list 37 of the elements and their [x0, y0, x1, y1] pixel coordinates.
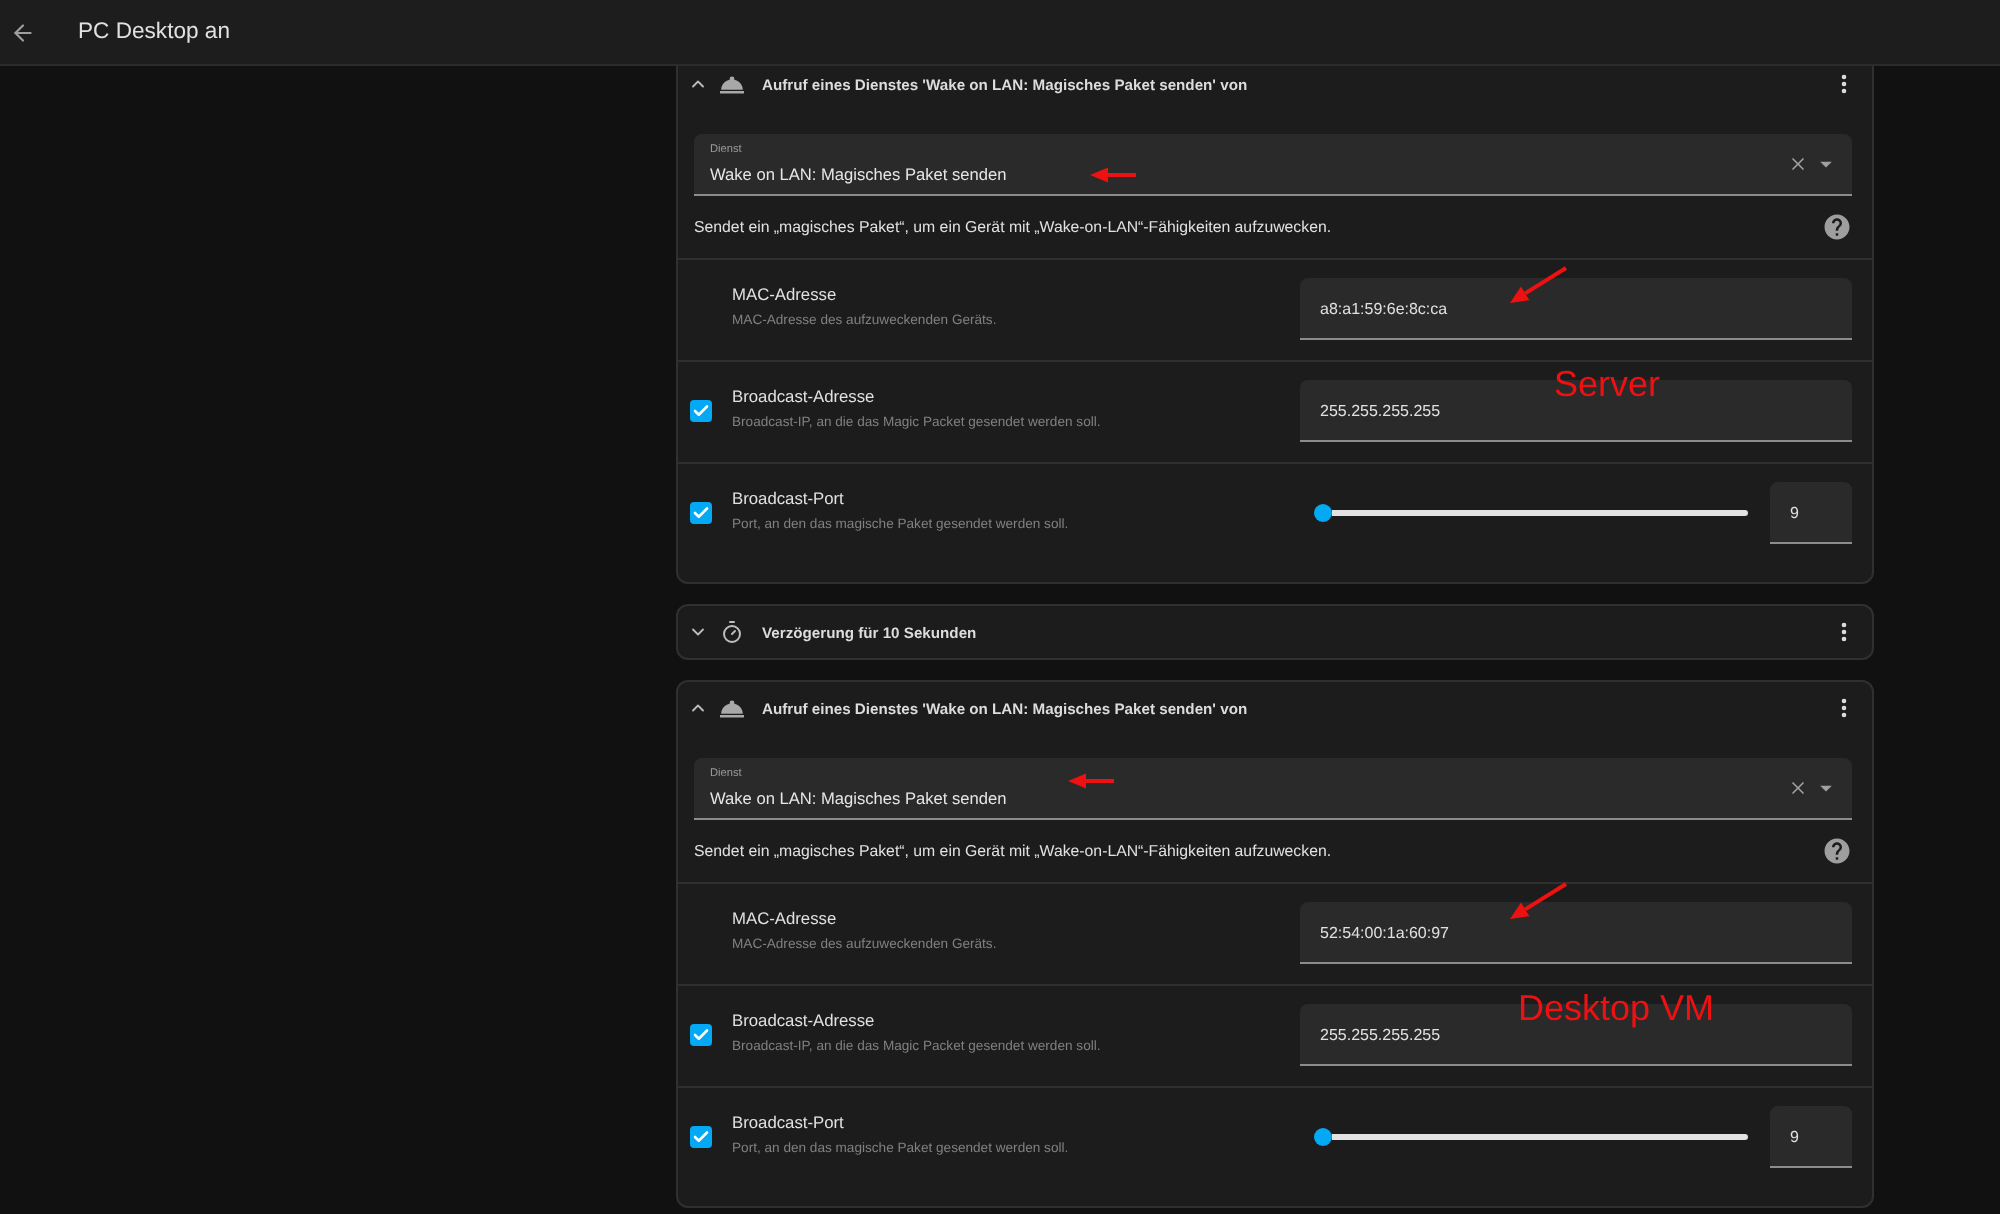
annotation-arrow-icon	[1068, 772, 1116, 790]
cloche-icon	[720, 699, 744, 717]
select-value: Wake on LAN: Magisches Paket senden	[710, 164, 1007, 184]
slider-track[interactable]	[1314, 1128, 1748, 1146]
field-name: Broadcast-Adresse	[732, 384, 875, 408]
arrow-left-icon	[9, 19, 35, 45]
text-input[interactable]: a8:a1:59:6e:8c:ca	[1300, 278, 1852, 340]
checkbox[interactable]	[690, 502, 712, 524]
annotation-arrow-icon	[1090, 166, 1138, 184]
annotation-arrow-icon	[1508, 882, 1568, 922]
stopwatch-icon	[720, 620, 744, 644]
help-icon[interactable]	[1822, 835, 1852, 865]
number-input[interactable]: 9	[1770, 482, 1852, 544]
slider-thumb[interactable]	[1314, 504, 1332, 522]
check-icon	[692, 402, 710, 420]
help-icon[interactable]	[1822, 211, 1852, 241]
check-icon	[692, 1128, 710, 1146]
field-name: Broadcast-Adresse	[732, 1008, 875, 1032]
field-name: MAC-Adresse	[732, 906, 837, 930]
cloche-icon	[720, 75, 744, 93]
field-name: Broadcast-Port	[732, 1110, 844, 1134]
text-input[interactable]: 52:54:00:1a:60:97	[1300, 902, 1852, 964]
select-value: Wake on LAN: Magisches Paket senden	[710, 788, 1007, 808]
annotation-arrow-icon	[1508, 266, 1568, 306]
check-icon	[692, 1026, 710, 1044]
field-name: MAC-Adresse	[732, 282, 837, 306]
field-name: Broadcast-Port	[732, 486, 844, 510]
slider-thumb[interactable]	[1314, 1128, 1332, 1146]
page-title: PC Desktop an	[78, 20, 230, 44]
checkbox[interactable]	[690, 400, 712, 422]
checkbox[interactable]	[690, 1024, 712, 1046]
clear-icon[interactable]	[1788, 154, 1808, 174]
checkbox[interactable]	[690, 1126, 712, 1148]
check-icon	[692, 504, 710, 522]
clear-icon[interactable]	[1788, 778, 1808, 798]
slider-track[interactable]	[1314, 504, 1748, 522]
number-input[interactable]: 9	[1770, 1106, 1852, 1168]
